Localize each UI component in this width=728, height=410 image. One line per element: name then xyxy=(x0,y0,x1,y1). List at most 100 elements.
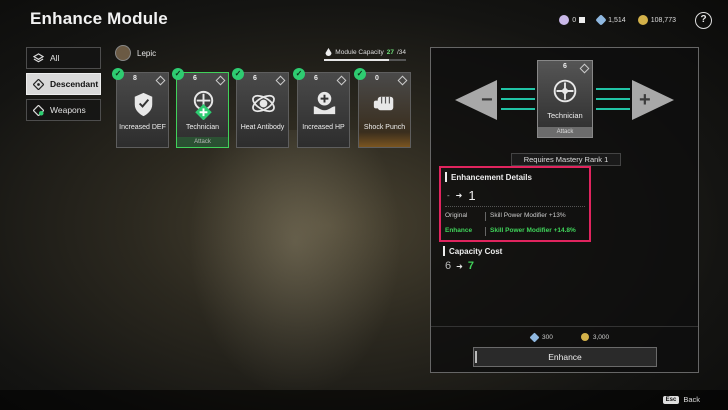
module-cost: 0 xyxy=(375,75,379,82)
capacity-cost-title: Capacity Cost xyxy=(443,246,502,256)
enhance-value: Skill Power Modifier +14.8% xyxy=(490,227,576,234)
descendant-icon xyxy=(33,78,44,90)
capacity-label: Module Capacity xyxy=(335,48,384,56)
crystal-icon xyxy=(595,14,607,26)
divider xyxy=(445,206,585,207)
currency-kuiper: 0 xyxy=(559,15,586,25)
capacity-max: /34 xyxy=(396,48,406,56)
help-button[interactable]: ? xyxy=(695,12,712,29)
enhancement-level-change: - ➜ 1 xyxy=(447,188,476,203)
equipped-check-icon: ✓ xyxy=(232,68,244,80)
currency-crystal: 1,514 xyxy=(595,14,626,26)
equipped-check-icon: ✓ xyxy=(293,68,305,80)
socket-icon xyxy=(397,75,408,86)
back-button[interactable]: Esc Back xyxy=(662,395,700,404)
enhance-costs: 300 3,000 xyxy=(529,332,610,342)
capacity-current: 27 xyxy=(386,48,394,56)
capacity-to: 7 xyxy=(467,260,474,272)
filter-descendant-button[interactable]: Descendant xyxy=(26,73,101,95)
module-card-heat-antibody[interactable]: ✓ 6 Heat Antibody xyxy=(232,68,289,148)
module-card-increased-def[interactable]: ✓ 8 Increased DEF xyxy=(112,68,169,148)
preview-module-type: Attack xyxy=(538,127,592,137)
preview-module-card: 6 Technician Attack xyxy=(537,60,593,138)
capacity-cost-change: 6 ➜ 7 xyxy=(445,260,474,272)
divider xyxy=(431,326,698,327)
preview-module-name: Technician xyxy=(547,111,583,120)
level-from: - xyxy=(447,191,450,200)
module-preview: − + 6 Technician Attack xyxy=(431,48,698,160)
equipped-check-icon: ✓ xyxy=(354,68,366,80)
kuiper-icon xyxy=(559,15,570,25)
module-card-shock-punch[interactable]: ✓ 0 Shock Punch xyxy=(354,68,411,148)
heat-antibody-icon xyxy=(252,94,275,113)
original-stat-row: Original Skill Power Modifier +13% xyxy=(445,212,566,221)
module-name: Heat Antibody xyxy=(240,124,285,131)
crystal-cost: 300 xyxy=(529,332,553,342)
socket-icon xyxy=(215,75,226,86)
circuit-line xyxy=(596,88,630,90)
capacity-cost-label: Capacity Cost xyxy=(449,246,503,256)
enhance-button[interactable]: Enhance xyxy=(473,347,657,367)
gold-coin-icon xyxy=(637,15,648,25)
filter-descendant-label: Descendant xyxy=(50,79,99,89)
module-name: Shock Punch xyxy=(363,124,406,131)
socket-icon xyxy=(155,75,166,86)
arrow-right-icon: ➜ xyxy=(456,261,463,271)
gold-cost: 3,000 xyxy=(580,333,610,341)
module-cost: 6 xyxy=(314,75,318,82)
original-value: Skill Power Modifier +13% xyxy=(490,212,566,219)
module-card-increased-hp[interactable]: ✓ 6 Increased HP xyxy=(293,68,350,148)
gold-cost-value: 3,000 xyxy=(592,333,610,341)
module-list-header: Lepic Module Capacity 27 /34 xyxy=(115,44,410,64)
bottom-bar: Esc Back xyxy=(0,390,728,410)
capacity-bar xyxy=(324,59,406,61)
equipped-check-icon: ✓ xyxy=(112,68,124,80)
enhance-label: Enhance xyxy=(445,227,473,234)
plus-icon: + xyxy=(639,89,651,111)
filter-weapons-label: Weapons xyxy=(50,105,86,115)
minus-icon: − xyxy=(481,89,493,111)
capacity-drop-icon xyxy=(325,48,332,56)
circuit-line xyxy=(501,108,535,110)
socket-icon xyxy=(275,75,286,86)
socket-icon xyxy=(336,75,347,86)
filter-all-label: All xyxy=(50,53,60,63)
gold-coin-icon xyxy=(580,333,589,341)
currency-bar: 0 1,514 108,773 xyxy=(559,14,676,26)
currency-gold-value: 108,773 xyxy=(650,16,676,24)
section-marker xyxy=(443,246,445,256)
filter-weapons-button[interactable]: Weapons xyxy=(26,99,101,121)
level-to: 1 xyxy=(468,188,476,203)
filter-sidebar: All Descendant Weapons xyxy=(26,47,101,125)
enhance-panel: − + 6 Technician Attack Requires Mastery… xyxy=(430,47,699,373)
crystal-cost-value: 300 xyxy=(542,333,553,341)
original-label: Original xyxy=(445,212,468,219)
module-name: Technician xyxy=(185,124,220,131)
top-bar: Enhance Module 0 1,514 108,773 ? xyxy=(0,0,728,42)
module-capacity: Module Capacity 27 /34 xyxy=(325,48,406,56)
module-name: Increased HP xyxy=(302,124,345,131)
capacity-from: 6 xyxy=(445,260,452,272)
module-cost: 6 xyxy=(253,75,257,82)
capacity-bar-fill xyxy=(324,59,389,61)
module-cost: 6 xyxy=(193,75,197,82)
mastery-requirement: Requires Mastery Rank 1 xyxy=(511,153,621,166)
enhancement-details-label: Enhancement Details xyxy=(451,172,532,182)
layers-icon xyxy=(33,52,44,62)
enhance-stat-row: Enhance Skill Power Modifier +14.8% xyxy=(445,227,576,236)
back-label: Back xyxy=(683,395,700,404)
character-name: Lepic xyxy=(137,49,157,58)
circuit-line xyxy=(501,98,535,100)
esc-key-icon: Esc xyxy=(662,395,680,404)
section-marker xyxy=(445,172,447,182)
technician-icon xyxy=(553,79,577,103)
module-card-technician[interactable]: ✓ 6 Technician Attack xyxy=(172,68,229,148)
filter-all-button[interactable]: All xyxy=(26,47,101,69)
fist-icon xyxy=(373,96,394,111)
character-portrait-icon xyxy=(115,45,131,61)
page-title: Enhance Module xyxy=(30,9,168,28)
shield-icon xyxy=(134,92,153,117)
divider xyxy=(485,227,486,236)
equipped-check-icon: ✓ xyxy=(172,68,184,80)
module-name: Increased DEF xyxy=(119,124,166,131)
